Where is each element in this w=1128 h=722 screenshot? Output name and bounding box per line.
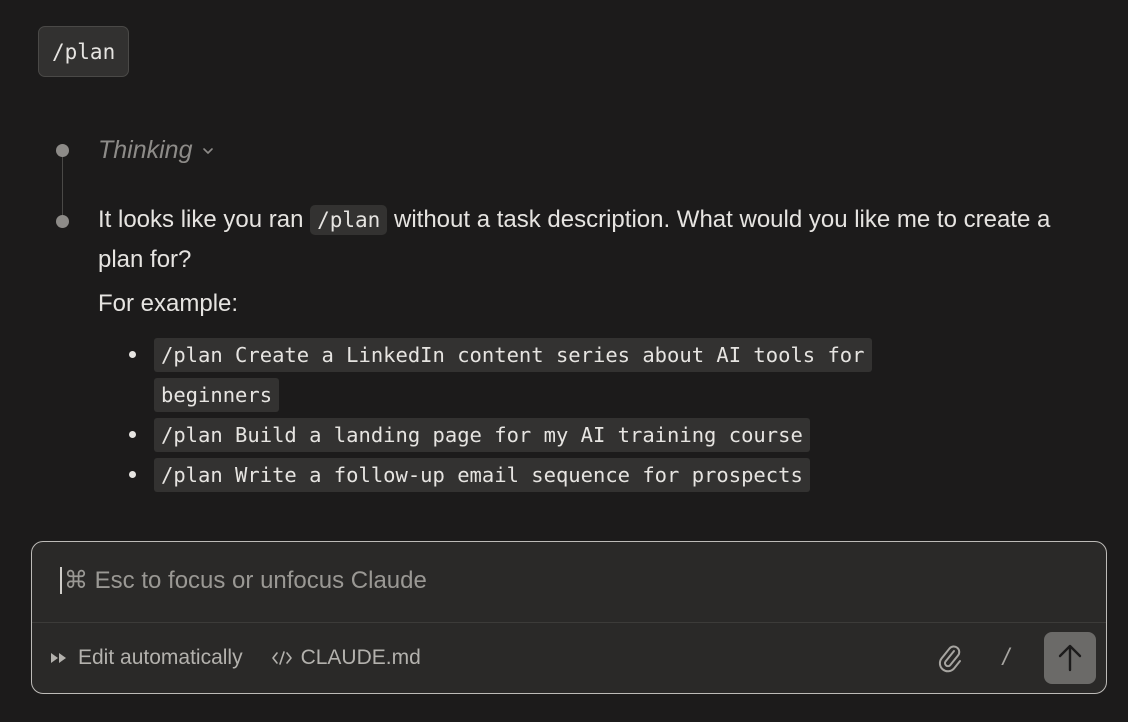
message-input[interactable]: ⌘ Esc to focus or unfocus Claude: [60, 566, 427, 595]
list-item: /plan Write a follow-up email sequence f…: [150, 455, 1088, 495]
composer: ⌘ Esc to focus or unfocus Claude Edit au…: [31, 541, 1107, 694]
composer-divider: [32, 622, 1106, 623]
user-message-text: /plan: [52, 39, 116, 64]
slash-command-button[interactable]: /: [988, 640, 1024, 676]
thinking-toggle[interactable]: Thinking: [98, 134, 215, 166]
chat-page: /plan Thinking It looks like you ran /pl…: [0, 0, 1128, 722]
thinking-label: Thinking: [98, 135, 193, 164]
edit-mode-label: Edit automatically: [78, 646, 243, 669]
timeline-dot-response: [56, 215, 69, 228]
example-code: /plan Write a follow-up email sequence f…: [154, 458, 810, 492]
slash-label: /: [1002, 644, 1010, 671]
example-list: /plan Create a LinkedIn content series a…: [98, 335, 1088, 495]
user-message-bubble: /plan: [38, 26, 130, 77]
timeline-line: [62, 152, 63, 220]
send-button[interactable]: [1044, 632, 1096, 684]
fast-forward-icon: [51, 653, 66, 663]
paperclip-icon: [938, 645, 961, 673]
claude-md-label: CLAUDE.md: [300, 646, 421, 669]
list-item: /plan Build a landing page for my AI tra…: [150, 415, 1088, 455]
claude-md-button[interactable]: CLAUDE.md: [271, 646, 421, 670]
response-paragraph: It looks like you ran /plan without a ta…: [98, 200, 1088, 279]
example-code: /plan Create a LinkedIn content series a…: [154, 338, 872, 412]
example-code: /plan Build a landing page for my AI tra…: [154, 418, 810, 452]
input-placeholder: ⌘ Esc to focus or unfocus Claude: [64, 567, 427, 594]
timeline-dot-thinking: [56, 144, 69, 157]
edit-mode-button[interactable]: Edit automatically: [50, 646, 243, 670]
attach-button[interactable]: [932, 640, 968, 676]
chevron-down-icon: [202, 148, 213, 154]
response-text: It looks like you ran: [98, 206, 311, 233]
text-caret: [60, 567, 62, 594]
example-label: For example:: [98, 290, 239, 317]
arrow-up-icon: [1058, 644, 1082, 672]
assistant-response: It looks like you ran /plan without a ta…: [98, 200, 1088, 495]
composer-toolbar: Edit automatically CLAUDE.md /: [50, 632, 1096, 684]
code-icon: [271, 651, 292, 665]
list-item: /plan Create a LinkedIn content series a…: [150, 335, 954, 415]
inline-code: /plan: [310, 205, 388, 235]
